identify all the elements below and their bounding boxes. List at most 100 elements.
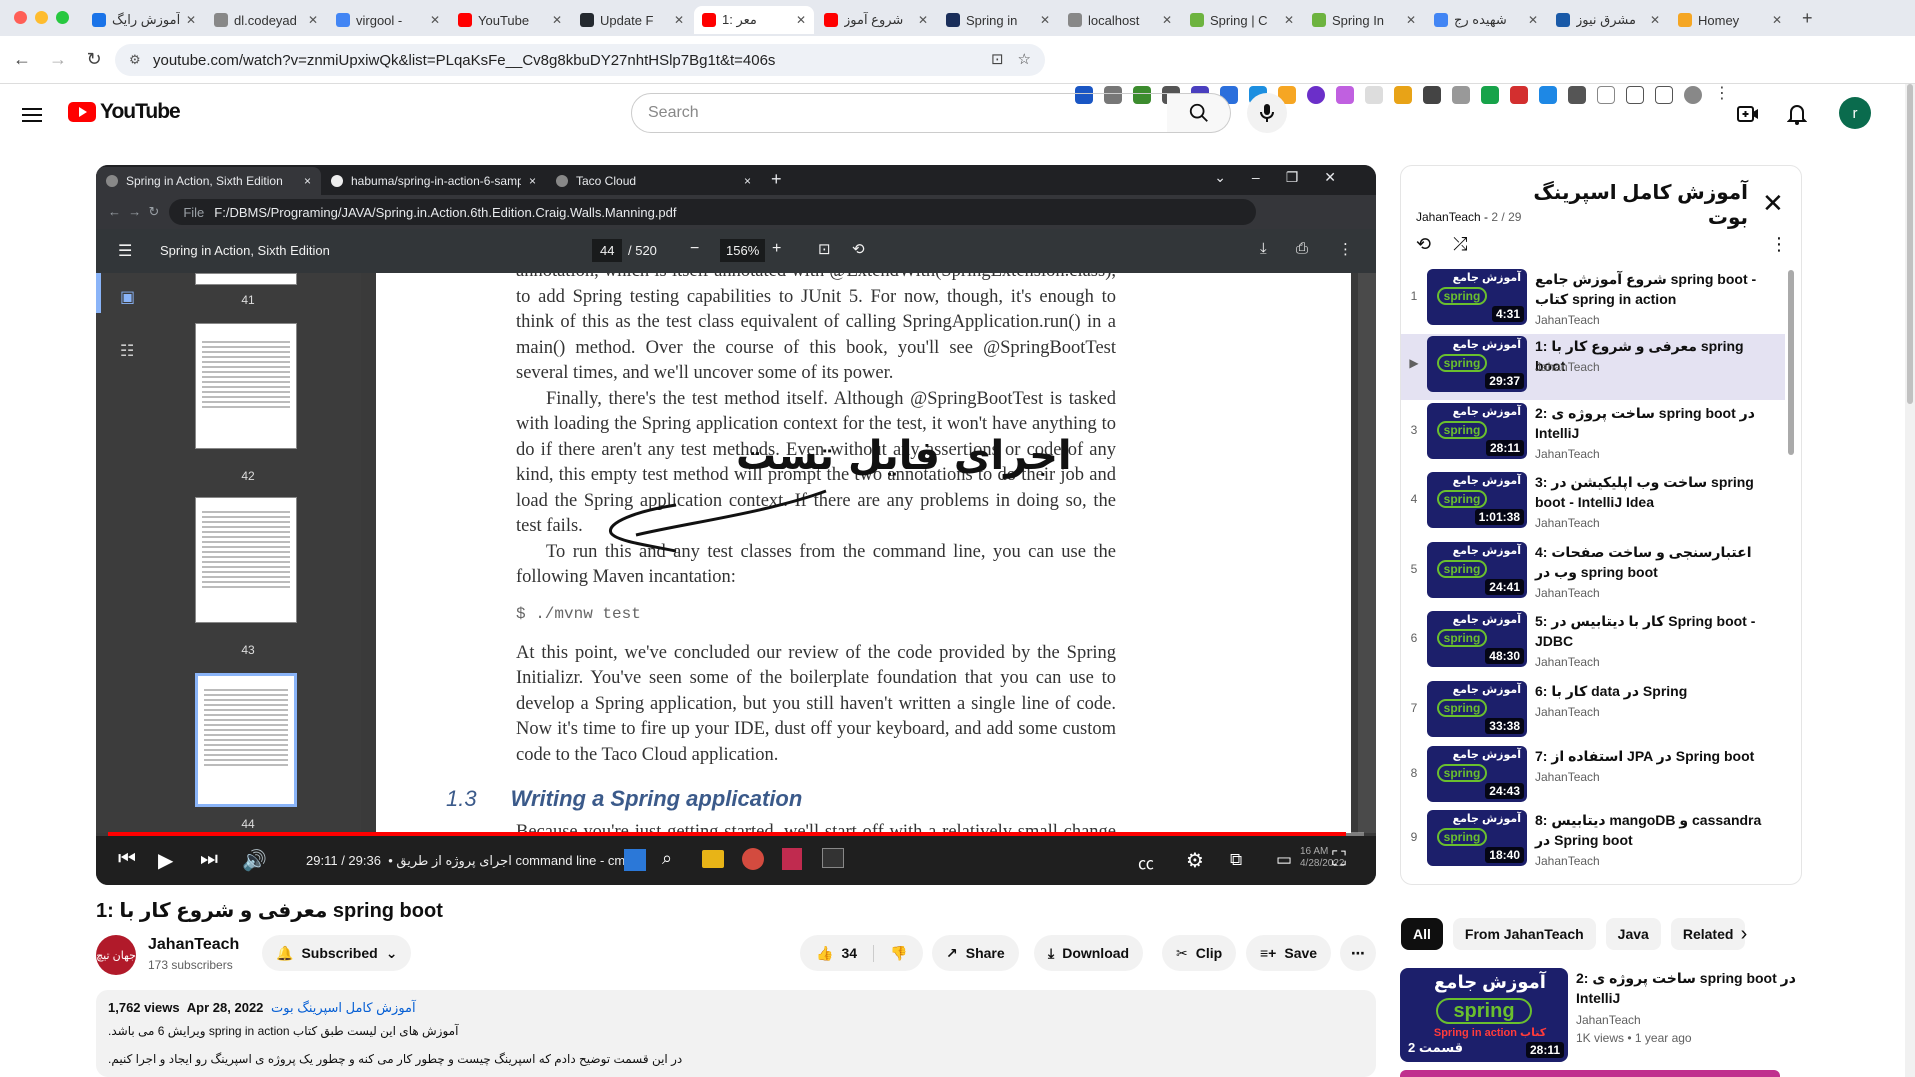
url-bar[interactable]: ⚙ youtube.com/watch?v=znmiUpxiwQk&list=P… (115, 44, 1045, 76)
play-icon[interactable]: ▶ (158, 848, 173, 873)
guide-menu-icon[interactable] (22, 104, 42, 126)
miniplayer-icon[interactable]: ⧉ (1230, 850, 1242, 870)
back-icon[interactable]: ← (8, 49, 36, 70)
theater-mode-icon[interactable]: ▭ (1276, 850, 1292, 870)
browser-tab[interactable]: Spring | C ✕ (1182, 6, 1302, 34)
shuffle-icon[interactable]: ⤮ (1453, 234, 1467, 255)
like-button[interactable]: 👍 34 (800, 944, 875, 962)
profile-avatar[interactable] (1684, 86, 1702, 104)
dislike-button[interactable]: 👎 (874, 945, 923, 962)
browser-tab[interactable]: Spring In ✕ (1304, 6, 1424, 34)
notifications-bell-icon[interactable] (1783, 100, 1811, 128)
playlist-channel[interactable]: JahanTeach (1416, 210, 1481, 224)
playlist-item[interactable]: 3 آموزش جامع spring 28:11 2: ساخت پروژه ی sp… (1401, 401, 1785, 467)
playlist-item[interactable]: 8 آموزش جامع spring 24:43 7: استفاده از JPA … (1401, 744, 1785, 810)
bookmark-star-icon[interactable]: ☆ (1018, 50, 1031, 68)
minimize-window-button[interactable] (35, 11, 48, 24)
puzzle-icon[interactable] (1568, 86, 1586, 104)
search-button[interactable] (1167, 93, 1231, 133)
close-tab-icon[interactable]: ✕ (552, 13, 562, 27)
next-video-icon[interactable]: ⏭ (200, 848, 218, 871)
settings-gear-icon[interactable]: ⚙ (1186, 848, 1204, 873)
playlist-hashtag-link[interactable]: آموزش کامل اسپرینگ بوت (271, 1000, 416, 1015)
extension-icon[interactable] (1336, 86, 1354, 104)
close-tab-icon[interactable]: ✕ (1528, 13, 1538, 27)
page-scrollbar[interactable] (1905, 84, 1915, 1077)
close-tab-icon[interactable]: ✕ (1284, 13, 1294, 27)
close-tab-icon[interactable]: ✕ (1650, 13, 1660, 27)
playlist-item[interactable]: 9 آموزش جامع spring 18:40 8: دیتابیس mangoDB… (1401, 808, 1785, 874)
extension-icon[interactable] (1394, 86, 1412, 104)
new-tab-button[interactable]: + (1792, 4, 1823, 36)
extension-icon[interactable] (1481, 86, 1499, 104)
playlist-item[interactable]: 5 آموزش جامع spring 24:41 4: اعتبارسنجی و سا… (1401, 540, 1785, 606)
chapter-title[interactable]: اجرای پروژه از طریق command line - cmd (396, 853, 632, 868)
recommended-thumbnail[interactable]: آموزش جامع spring Spring in action کتاب … (1400, 968, 1568, 1062)
reading-list-icon[interactable] (1597, 86, 1615, 104)
browser-tab[interactable]: شهیده رج ✕ (1426, 6, 1546, 34)
channel-name[interactable]: JahanTeach (148, 936, 239, 954)
browser-tab[interactable]: آموزش رایگ ✕ (84, 6, 204, 34)
filter-chip[interactable]: From JahanTeach (1452, 918, 1596, 950)
extension-icon[interactable] (1423, 86, 1441, 104)
browser-tab[interactable]: localhost ✕ (1060, 6, 1180, 34)
install-app-icon[interactable]: ⊡ (991, 50, 1004, 68)
close-icon[interactable]: ✕ (1762, 188, 1784, 219)
recommended-channel[interactable]: JahanTeach (1576, 1013, 1641, 1027)
save-button[interactable]: ≡+ Save (1246, 935, 1332, 971)
close-tab-icon[interactable]: ✕ (186, 13, 196, 27)
video-player[interactable]: Spring in Action, Sixth Edition × habuma… (96, 165, 1376, 885)
playlist-title[interactable]: آموزش کامل اسپرینگ بوت (1488, 180, 1748, 230)
search-input[interactable]: Search (631, 93, 1168, 133)
extension-icon[interactable] (1452, 86, 1470, 104)
forward-icon[interactable]: → (44, 49, 72, 70)
playlist-item[interactable]: ▶ آموزش جامع spring 29:37 1: معرفی و شروع کا… (1401, 334, 1785, 400)
next-recommendation-thumbnail[interactable] (1400, 1070, 1780, 1077)
close-tab-icon[interactable]: ✕ (308, 13, 318, 27)
recommended-title[interactable]: 2: ساخت پروژه ی spring boot در IntelliJ (1576, 968, 1796, 1008)
playlist-scrollbar[interactable] (1788, 270, 1794, 455)
playlist-more-icon[interactable]: ⋮ (1770, 234, 1788, 255)
filter-chip[interactable]: Java (1605, 918, 1661, 950)
browser-tab[interactable]: YouTube ✕ (450, 6, 570, 34)
close-tab-icon[interactable]: ✕ (430, 13, 440, 27)
extension-icon[interactable] (1307, 86, 1325, 104)
youtube-logo[interactable]: YouTube (68, 100, 181, 124)
extension-icon[interactable] (1365, 86, 1383, 104)
close-tab-icon[interactable]: ✕ (1406, 13, 1416, 27)
close-tab-icon[interactable]: ✕ (1040, 13, 1050, 27)
playlist-item[interactable]: 7 آموزش جامع spring 33:38 6: کار با data در … (1401, 679, 1785, 745)
close-window-button[interactable] (14, 11, 27, 24)
more-actions-button[interactable]: ⋯ (1340, 935, 1376, 971)
previous-video-icon[interactable]: ⏮ (118, 848, 136, 871)
channel-avatar[interactable]: جهان تیچ (96, 935, 136, 975)
zoom-window-button[interactable] (56, 11, 69, 24)
account-avatar[interactable]: r (1839, 97, 1871, 129)
playlist-item[interactable]: 4 آموزش جامع spring 1:01:38 3: ساخت وب اپلیک… (1401, 470, 1785, 536)
clip-button[interactable]: ✂ Clip (1162, 935, 1237, 971)
filter-chip[interactable]: All (1401, 918, 1443, 950)
download-button[interactable]: ⤓ Download (1034, 935, 1144, 971)
share-button[interactable]: ↗ Share (932, 935, 1019, 971)
subscribed-button[interactable]: 🔔 Subscribed ⌄ (262, 935, 412, 971)
browser-tab[interactable]: 1: معر ✕ (694, 6, 814, 34)
browser-tab[interactable]: شروع آموز ✕ (816, 6, 936, 34)
playlist-item[interactable]: 6 آموزش جامع spring 48:30 5: کار با دیتابیس … (1401, 609, 1785, 675)
browser-tab[interactable]: مشرق نیوز ✕ (1548, 6, 1668, 34)
close-tab-icon[interactable]: ✕ (1162, 13, 1172, 27)
reload-icon[interactable]: ↻ (80, 49, 108, 70)
close-tab-icon[interactable]: ✕ (674, 13, 684, 27)
extension-icon[interactable] (1510, 86, 1528, 104)
browser-tab[interactable]: dl.codeyad ✕ (206, 6, 326, 34)
volume-icon[interactable]: 🔊 (242, 848, 267, 873)
loop-icon[interactable]: ⟲ (1416, 234, 1431, 255)
fullscreen-icon[interactable]: ⛶ (1332, 848, 1346, 871)
description-box[interactable]: 1,762 views Apr 28, 2022 آموزش کامل اسپر… (96, 990, 1376, 1077)
site-info-icon[interactable]: ⚙ (129, 52, 141, 68)
close-tab-icon[interactable]: ✕ (918, 13, 928, 27)
create-video-icon[interactable] (1734, 100, 1762, 128)
browser-tab[interactable]: Spring in ✕ (938, 6, 1058, 34)
close-tab-icon[interactable]: ✕ (796, 13, 806, 27)
browser-tab[interactable]: Homey ✕ (1670, 6, 1790, 34)
playlist-item[interactable]: 1 آموزش جامع spring 4:31 شروع آموزش جامع spr… (1401, 267, 1785, 333)
